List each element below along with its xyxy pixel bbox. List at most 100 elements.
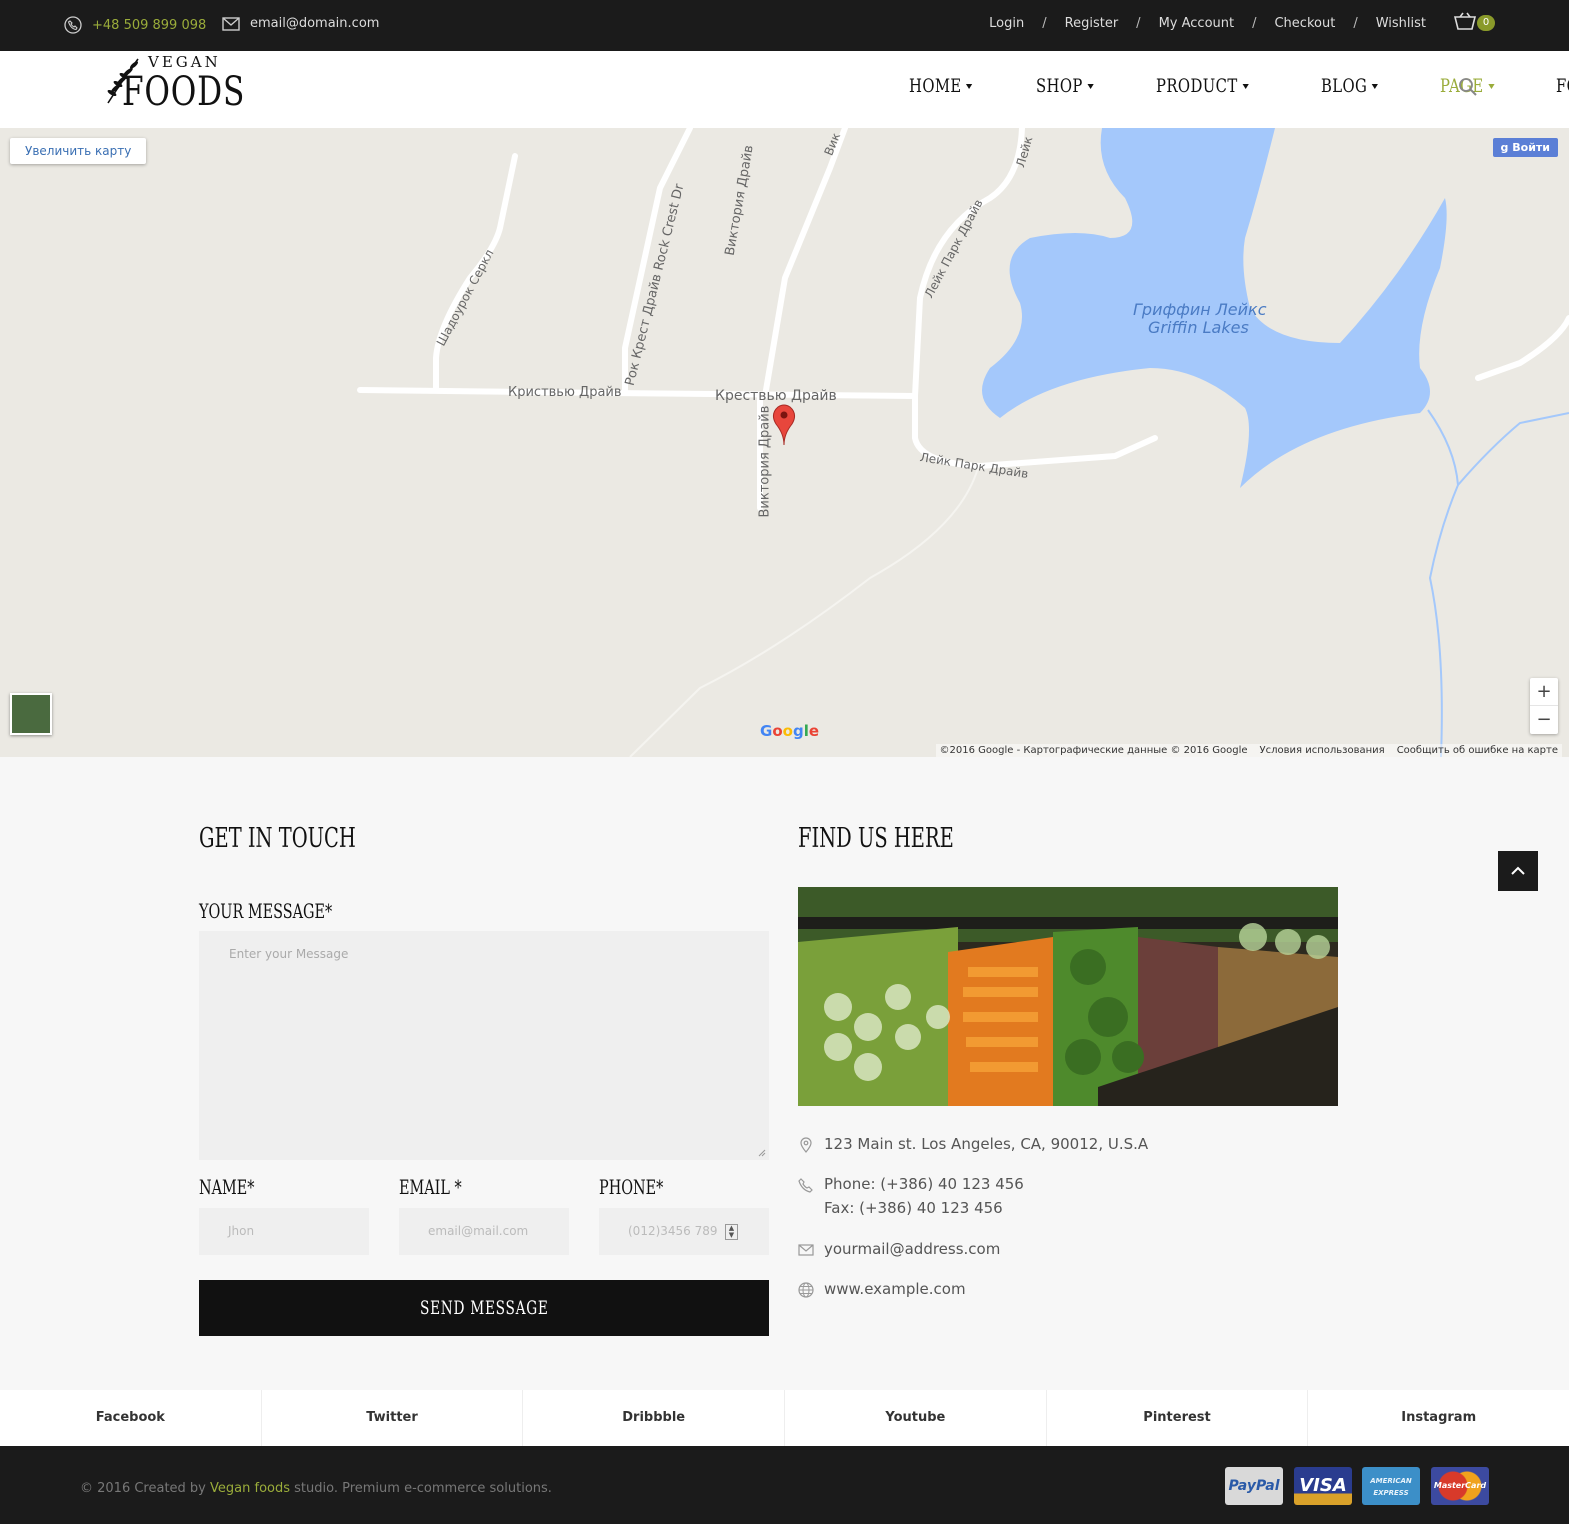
top-bar: +48 509 899 098 email@domain.com Login /… (0, 0, 1569, 51)
zoom-in-button[interactable]: + (1530, 678, 1558, 706)
copyright: © 2016 Created by Vegan foods studio. Pr… (80, 1481, 552, 1496)
cart-count-badge: 0 (1477, 15, 1495, 31)
top-phone-text: +48 509 899 098 (92, 17, 207, 33)
name-placeholder: Jhon (228, 1224, 255, 1238)
top-email-text: email@domain.com (250, 16, 380, 31)
main-header: VEGAN FOODS HOME SHOP PRODUCT BLOG PAGE … (0, 51, 1569, 128)
nav-fqa-label: FQA (1556, 75, 1569, 97)
contact-section: GET IN TOUCH YOUR MESSAGE* Enter your Me… (0, 757, 1569, 1390)
nav-blog-label: BLOG (1321, 75, 1368, 97)
separator: / (1136, 16, 1141, 31)
wishlist-link[interactable]: Wishlist (1376, 16, 1426, 31)
phone-label: PHONE* (599, 1175, 664, 1199)
nav-fqa[interactable]: FQA (1556, 75, 1569, 97)
basket-icon (1453, 12, 1477, 30)
name-label: NAME* (199, 1175, 255, 1199)
social-facebook[interactable]: Facebook (0, 1390, 262, 1446)
social-youtube[interactable]: Youtube (785, 1390, 1047, 1446)
nav-product[interactable]: PRODUCT (1156, 75, 1249, 97)
zoom-out-button[interactable]: − (1530, 706, 1558, 734)
store-photo (798, 887, 1338, 1106)
cart-button[interactable]: 0 (1453, 12, 1495, 38)
caret-down-icon (1242, 83, 1249, 89)
social-instagram[interactable]: Instagram (1308, 1390, 1569, 1446)
envelope-icon (222, 16, 240, 31)
register-link[interactable]: Register (1065, 16, 1119, 31)
resize-handle-icon[interactable] (758, 1149, 766, 1157)
back-to-top-button[interactable] (1498, 851, 1538, 891)
separator: / (1252, 16, 1257, 31)
mastercard-logo: MasterCard (1431, 1467, 1489, 1505)
address-row: 123 Main st. Los Angeles, CA, 90012, U.S… (798, 1135, 1148, 1153)
phone-text: Phone: (+386) 40 123 456 (824, 1175, 1024, 1193)
logo-foods-text: FOODS (122, 69, 246, 115)
message-textarea[interactable]: Enter your Message (199, 931, 769, 1160)
email-row: yourmail@address.com (798, 1240, 1000, 1258)
amex-logo: AMERICAN EXPRESS (1362, 1467, 1420, 1505)
email-input[interactable]: email@mail.com (399, 1208, 569, 1255)
top-phone[interactable]: +48 509 899 098 (64, 16, 206, 34)
google-plus-icon: g (1500, 141, 1513, 154)
phone-icon (798, 1178, 813, 1193)
website-text[interactable]: www.example.com (824, 1280, 966, 1298)
map-login-label: Войти (1512, 141, 1550, 154)
separator: / (1353, 16, 1358, 31)
website-row: www.example.com (798, 1280, 966, 1298)
vegetables-image (798, 887, 1338, 1106)
phone-row: Phone: (+386) 40 123 456 Fax: (+386) 40 … (798, 1175, 1024, 1217)
nav-shop[interactable]: SHOP (1036, 75, 1095, 97)
chevron-up-icon (1511, 866, 1525, 875)
nav-home-label: HOME (909, 75, 962, 97)
send-message-button[interactable]: SEND MESSAGE (199, 1280, 769, 1336)
social-twitter[interactable]: Twitter (262, 1390, 524, 1446)
phone-icon (64, 16, 82, 34)
copyright-brand-link[interactable]: Vegan foods (210, 1481, 290, 1496)
street-label: Виктория Драйв (757, 405, 773, 518)
phone-input[interactable]: (012)3456 789 (599, 1208, 769, 1255)
social-pinterest[interactable]: Pinterest (1047, 1390, 1309, 1446)
map-report-link[interactable]: Сообщить об ошибке на карте (1397, 745, 1558, 756)
message-placeholder: Enter your Message (229, 947, 349, 961)
copyright-prefix: © 2016 Created by (80, 1481, 211, 1496)
name-input[interactable]: Jhon (199, 1208, 369, 1255)
caret-down-icon (1488, 83, 1495, 89)
search-icon[interactable] (1458, 77, 1478, 97)
caret-down-icon (966, 83, 973, 89)
lake-label-ru: Гриффин Лейкс (1133, 300, 1267, 319)
fax-text: Fax: (+386) 40 123 456 (824, 1199, 1003, 1217)
envelope-icon (798, 1244, 814, 1256)
copyright-suffix: studio. Premium e-commerce solutions. (290, 1481, 552, 1496)
map-copyright: ©2016 Google - Картографические данные ©… (939, 745, 1248, 756)
nav-home[interactable]: HOME (909, 75, 973, 97)
checkout-link[interactable]: Checkout (1274, 16, 1335, 31)
send-message-label: SEND MESSAGE (419, 1297, 549, 1319)
satellite-toggle[interactable] (10, 693, 52, 735)
my-account-link[interactable]: My Account (1159, 16, 1235, 31)
number-spinner[interactable]: ▲ ▼ (725, 1224, 738, 1240)
social-dribbble[interactable]: Dribbble (523, 1390, 786, 1446)
google-logo: Google (760, 722, 820, 740)
email-label: EMAIL * (399, 1175, 462, 1199)
phone-placeholder: (012)3456 789 (628, 1224, 718, 1238)
map-attribution: ©2016 Google - Картографические данные ©… (935, 744, 1562, 757)
zoom-controls: + − (1530, 678, 1558, 734)
social-bar: Facebook Twitter Dribbble Youtube Pinter… (0, 1390, 1569, 1446)
top-email[interactable]: email@domain.com (222, 16, 379, 31)
map-pin-icon (800, 1137, 812, 1153)
street-label: Крествью Драйв (715, 388, 837, 404)
google-map[interactable]: Криствью Драйв Крествью Драйв Виктория Д… (0, 128, 1569, 757)
enlarge-map-button[interactable]: Увеличить карту (10, 138, 147, 164)
map-login-button[interactable]: g Войти (1492, 138, 1558, 157)
map-marker-icon[interactable] (772, 404, 796, 446)
login-link[interactable]: Login (989, 16, 1024, 31)
paypal-logo: PayPal (1225, 1467, 1283, 1505)
map-terms-link[interactable]: Условия использования (1260, 745, 1385, 756)
nav-blog[interactable]: BLOG (1321, 75, 1379, 97)
visa-logo: VISA (1294, 1467, 1352, 1505)
globe-icon (798, 1282, 814, 1298)
address-text: 123 Main st. Los Angeles, CA, 90012, U.S… (824, 1135, 1149, 1153)
email-text[interactable]: yourmail@address.com (824, 1240, 1000, 1258)
message-label: YOUR MESSAGE* (199, 899, 333, 923)
account-links: Login / Register / My Account / Checkout… (989, 16, 1426, 31)
logo[interactable]: VEGAN FOODS (104, 53, 244, 123)
